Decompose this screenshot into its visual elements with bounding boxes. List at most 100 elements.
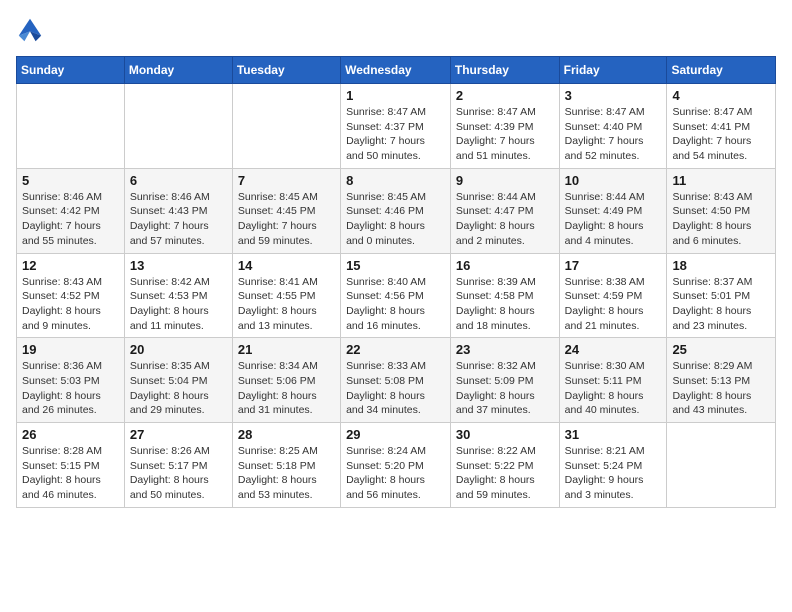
day-number: 25 [672,342,770,357]
day-info: Sunrise: 8:29 AM Sunset: 5:13 PM Dayligh… [672,359,770,418]
day-number: 21 [238,342,335,357]
day-info: Sunrise: 8:33 AM Sunset: 5:08 PM Dayligh… [346,359,445,418]
day-info: Sunrise: 8:40 AM Sunset: 4:56 PM Dayligh… [346,275,445,334]
calendar-cell: 8Sunrise: 8:45 AM Sunset: 4:46 PM Daylig… [341,168,451,253]
day-number: 22 [346,342,445,357]
calendar-cell: 30 Sunrise: 8:22 AM Sunset: 5:22 PM Dayli… [450,423,559,508]
column-header-saturday: Saturday [667,57,776,84]
calendar-cell [667,423,776,508]
day-info: Sunrise: 8:47 AM Sunset: 4:41 PM Dayligh… [672,105,770,164]
day-info: Sunrise: 8:34 AM Sunset: 5:06 PM Dayligh… [238,359,335,418]
page-header [16,16,776,44]
day-info: Sunrise: 8:43 AM Sunset: 4:52 PM Dayligh… [22,275,119,334]
calendar-cell: 19Sunrise: 8:36 AM Sunset: 5:03 PM Dayli… [17,338,125,423]
day-info: Sunrise: 8:47 AM Sunset: 4:37 PM Dayligh… [346,105,445,164]
calendar-cell: 6 Sunrise: 8:46 AM Sunset: 4:43 PM Daylig… [124,168,232,253]
day-number: 9 [456,173,554,188]
calendar-cell: 11 Sunrise: 8:43 AM Sunset: 4:50 PM Dayli… [667,168,776,253]
day-number: 30 [456,427,554,442]
day-info: Sunrise: 8:46 AM Sunset: 4:42 PM Dayligh… [22,190,119,249]
calendar-cell: 2 Sunrise: 8:47 AM Sunset: 4:39 PM Daylig… [450,84,559,169]
day-info: Sunrise: 8:24 AM Sunset: 5:20 PM Dayligh… [346,444,445,503]
calendar-cell: 20Sunrise: 8:35 AM Sunset: 5:04 PM Dayli… [124,338,232,423]
day-info: Sunrise: 8:44 AM Sunset: 4:47 PM Dayligh… [456,190,554,249]
column-header-wednesday: Wednesday [341,57,451,84]
day-number: 26 [22,427,119,442]
day-info: Sunrise: 8:47 AM Sunset: 4:40 PM Dayligh… [565,105,662,164]
calendar-cell: 16Sunrise: 8:39 AM Sunset: 4:58 PM Dayli… [450,253,559,338]
calendar-cell: 21 Sunrise: 8:34 AM Sunset: 5:06 PM Dayli… [232,338,340,423]
calendar-week-row: 19Sunrise: 8:36 AM Sunset: 5:03 PM Dayli… [17,338,776,423]
day-info: Sunrise: 8:43 AM Sunset: 4:50 PM Dayligh… [672,190,770,249]
day-info: Sunrise: 8:38 AM Sunset: 4:59 PM Dayligh… [565,275,662,334]
column-header-tuesday: Tuesday [232,57,340,84]
logo [16,16,48,44]
day-number: 18 [672,258,770,273]
day-info: Sunrise: 8:45 AM Sunset: 4:45 PM Dayligh… [238,190,335,249]
calendar-cell: 1 Sunrise: 8:47 AM Sunset: 4:37 PM Daylig… [341,84,451,169]
day-number: 17 [565,258,662,273]
day-number: 2 [456,88,554,103]
day-info: Sunrise: 8:46 AM Sunset: 4:43 PM Dayligh… [130,190,227,249]
day-number: 13 [130,258,227,273]
column-header-monday: Monday [124,57,232,84]
day-number: 28 [238,427,335,442]
day-number: 5 [22,173,119,188]
calendar-cell: 24 Sunrise: 8:30 AM Sunset: 5:11 PM Dayli… [559,338,667,423]
day-number: 19 [22,342,119,357]
day-number: 24 [565,342,662,357]
calendar-cell: 25 Sunrise: 8:29 AM Sunset: 5:13 PM Dayli… [667,338,776,423]
day-info: Sunrise: 8:21 AM Sunset: 5:24 PM Dayligh… [565,444,662,503]
day-number: 11 [672,173,770,188]
day-info: Sunrise: 8:25 AM Sunset: 5:18 PM Dayligh… [238,444,335,503]
day-number: 6 [130,173,227,188]
calendar-cell: 5 Sunrise: 8:46 AM Sunset: 4:42 PM Daylig… [17,168,125,253]
calendar-week-row: 1 Sunrise: 8:47 AM Sunset: 4:37 PM Daylig… [17,84,776,169]
calendar-cell: 3 Sunrise: 8:47 AM Sunset: 4:40 PM Daylig… [559,84,667,169]
day-number: 1 [346,88,445,103]
calendar-cell: 7Sunrise: 8:45 AM Sunset: 4:45 PM Daylig… [232,168,340,253]
calendar-week-row: 12 Sunrise: 8:43 AM Sunset: 4:52 PM Dayli… [17,253,776,338]
calendar-cell: 4 Sunrise: 8:47 AM Sunset: 4:41 PM Daylig… [667,84,776,169]
calendar-cell: 9 Sunrise: 8:44 AM Sunset: 4:47 PM Daylig… [450,168,559,253]
calendar-cell: 28 Sunrise: 8:25 AM Sunset: 5:18 PM Dayli… [232,423,340,508]
calendar-cell: 12 Sunrise: 8:43 AM Sunset: 4:52 PM Dayli… [17,253,125,338]
calendar-cell [17,84,125,169]
calendar-cell: 31 Sunrise: 8:21 AM Sunset: 5:24 PM Dayli… [559,423,667,508]
day-info: Sunrise: 8:39 AM Sunset: 4:58 PM Dayligh… [456,275,554,334]
day-info: Sunrise: 8:42 AM Sunset: 4:53 PM Dayligh… [130,275,227,334]
logo-icon [16,16,44,44]
column-header-thursday: Thursday [450,57,559,84]
day-number: 31 [565,427,662,442]
day-info: Sunrise: 8:26 AM Sunset: 5:17 PM Dayligh… [130,444,227,503]
calendar-cell: 23Sunrise: 8:32 AM Sunset: 5:09 PM Dayli… [450,338,559,423]
day-number: 29 [346,427,445,442]
day-info: Sunrise: 8:41 AM Sunset: 4:55 PM Dayligh… [238,275,335,334]
day-info: Sunrise: 8:30 AM Sunset: 5:11 PM Dayligh… [565,359,662,418]
calendar-week-row: 26 Sunrise: 8:28 AM Sunset: 5:15 PM Dayli… [17,423,776,508]
day-number: 12 [22,258,119,273]
day-number: 15 [346,258,445,273]
calendar-week-row: 5 Sunrise: 8:46 AM Sunset: 4:42 PM Daylig… [17,168,776,253]
day-info: Sunrise: 8:22 AM Sunset: 5:22 PM Dayligh… [456,444,554,503]
calendar: SundayMondayTuesdayWednesdayThursdayFrid… [16,56,776,508]
day-info: Sunrise: 8:28 AM Sunset: 5:15 PM Dayligh… [22,444,119,503]
calendar-header-row: SundayMondayTuesdayWednesdayThursdayFrid… [17,57,776,84]
day-info: Sunrise: 8:47 AM Sunset: 4:39 PM Dayligh… [456,105,554,164]
calendar-cell: 18Sunrise: 8:37 AM Sunset: 5:01 PM Dayli… [667,253,776,338]
column-header-sunday: Sunday [17,57,125,84]
calendar-cell [232,84,340,169]
column-header-friday: Friday [559,57,667,84]
calendar-cell: 10Sunrise: 8:44 AM Sunset: 4:49 PM Dayli… [559,168,667,253]
day-info: Sunrise: 8:44 AM Sunset: 4:49 PM Dayligh… [565,190,662,249]
calendar-cell: 14 Sunrise: 8:41 AM Sunset: 4:55 PM Dayli… [232,253,340,338]
calendar-cell: 17 Sunrise: 8:38 AM Sunset: 4:59 PM Dayli… [559,253,667,338]
calendar-cell: 13 Sunrise: 8:42 AM Sunset: 4:53 PM Dayli… [124,253,232,338]
day-number: 3 [565,88,662,103]
calendar-cell: 26 Sunrise: 8:28 AM Sunset: 5:15 PM Dayli… [17,423,125,508]
day-number: 4 [672,88,770,103]
day-number: 27 [130,427,227,442]
day-number: 14 [238,258,335,273]
day-number: 23 [456,342,554,357]
calendar-cell: 27 Sunrise: 8:26 AM Sunset: 5:17 PM Dayli… [124,423,232,508]
